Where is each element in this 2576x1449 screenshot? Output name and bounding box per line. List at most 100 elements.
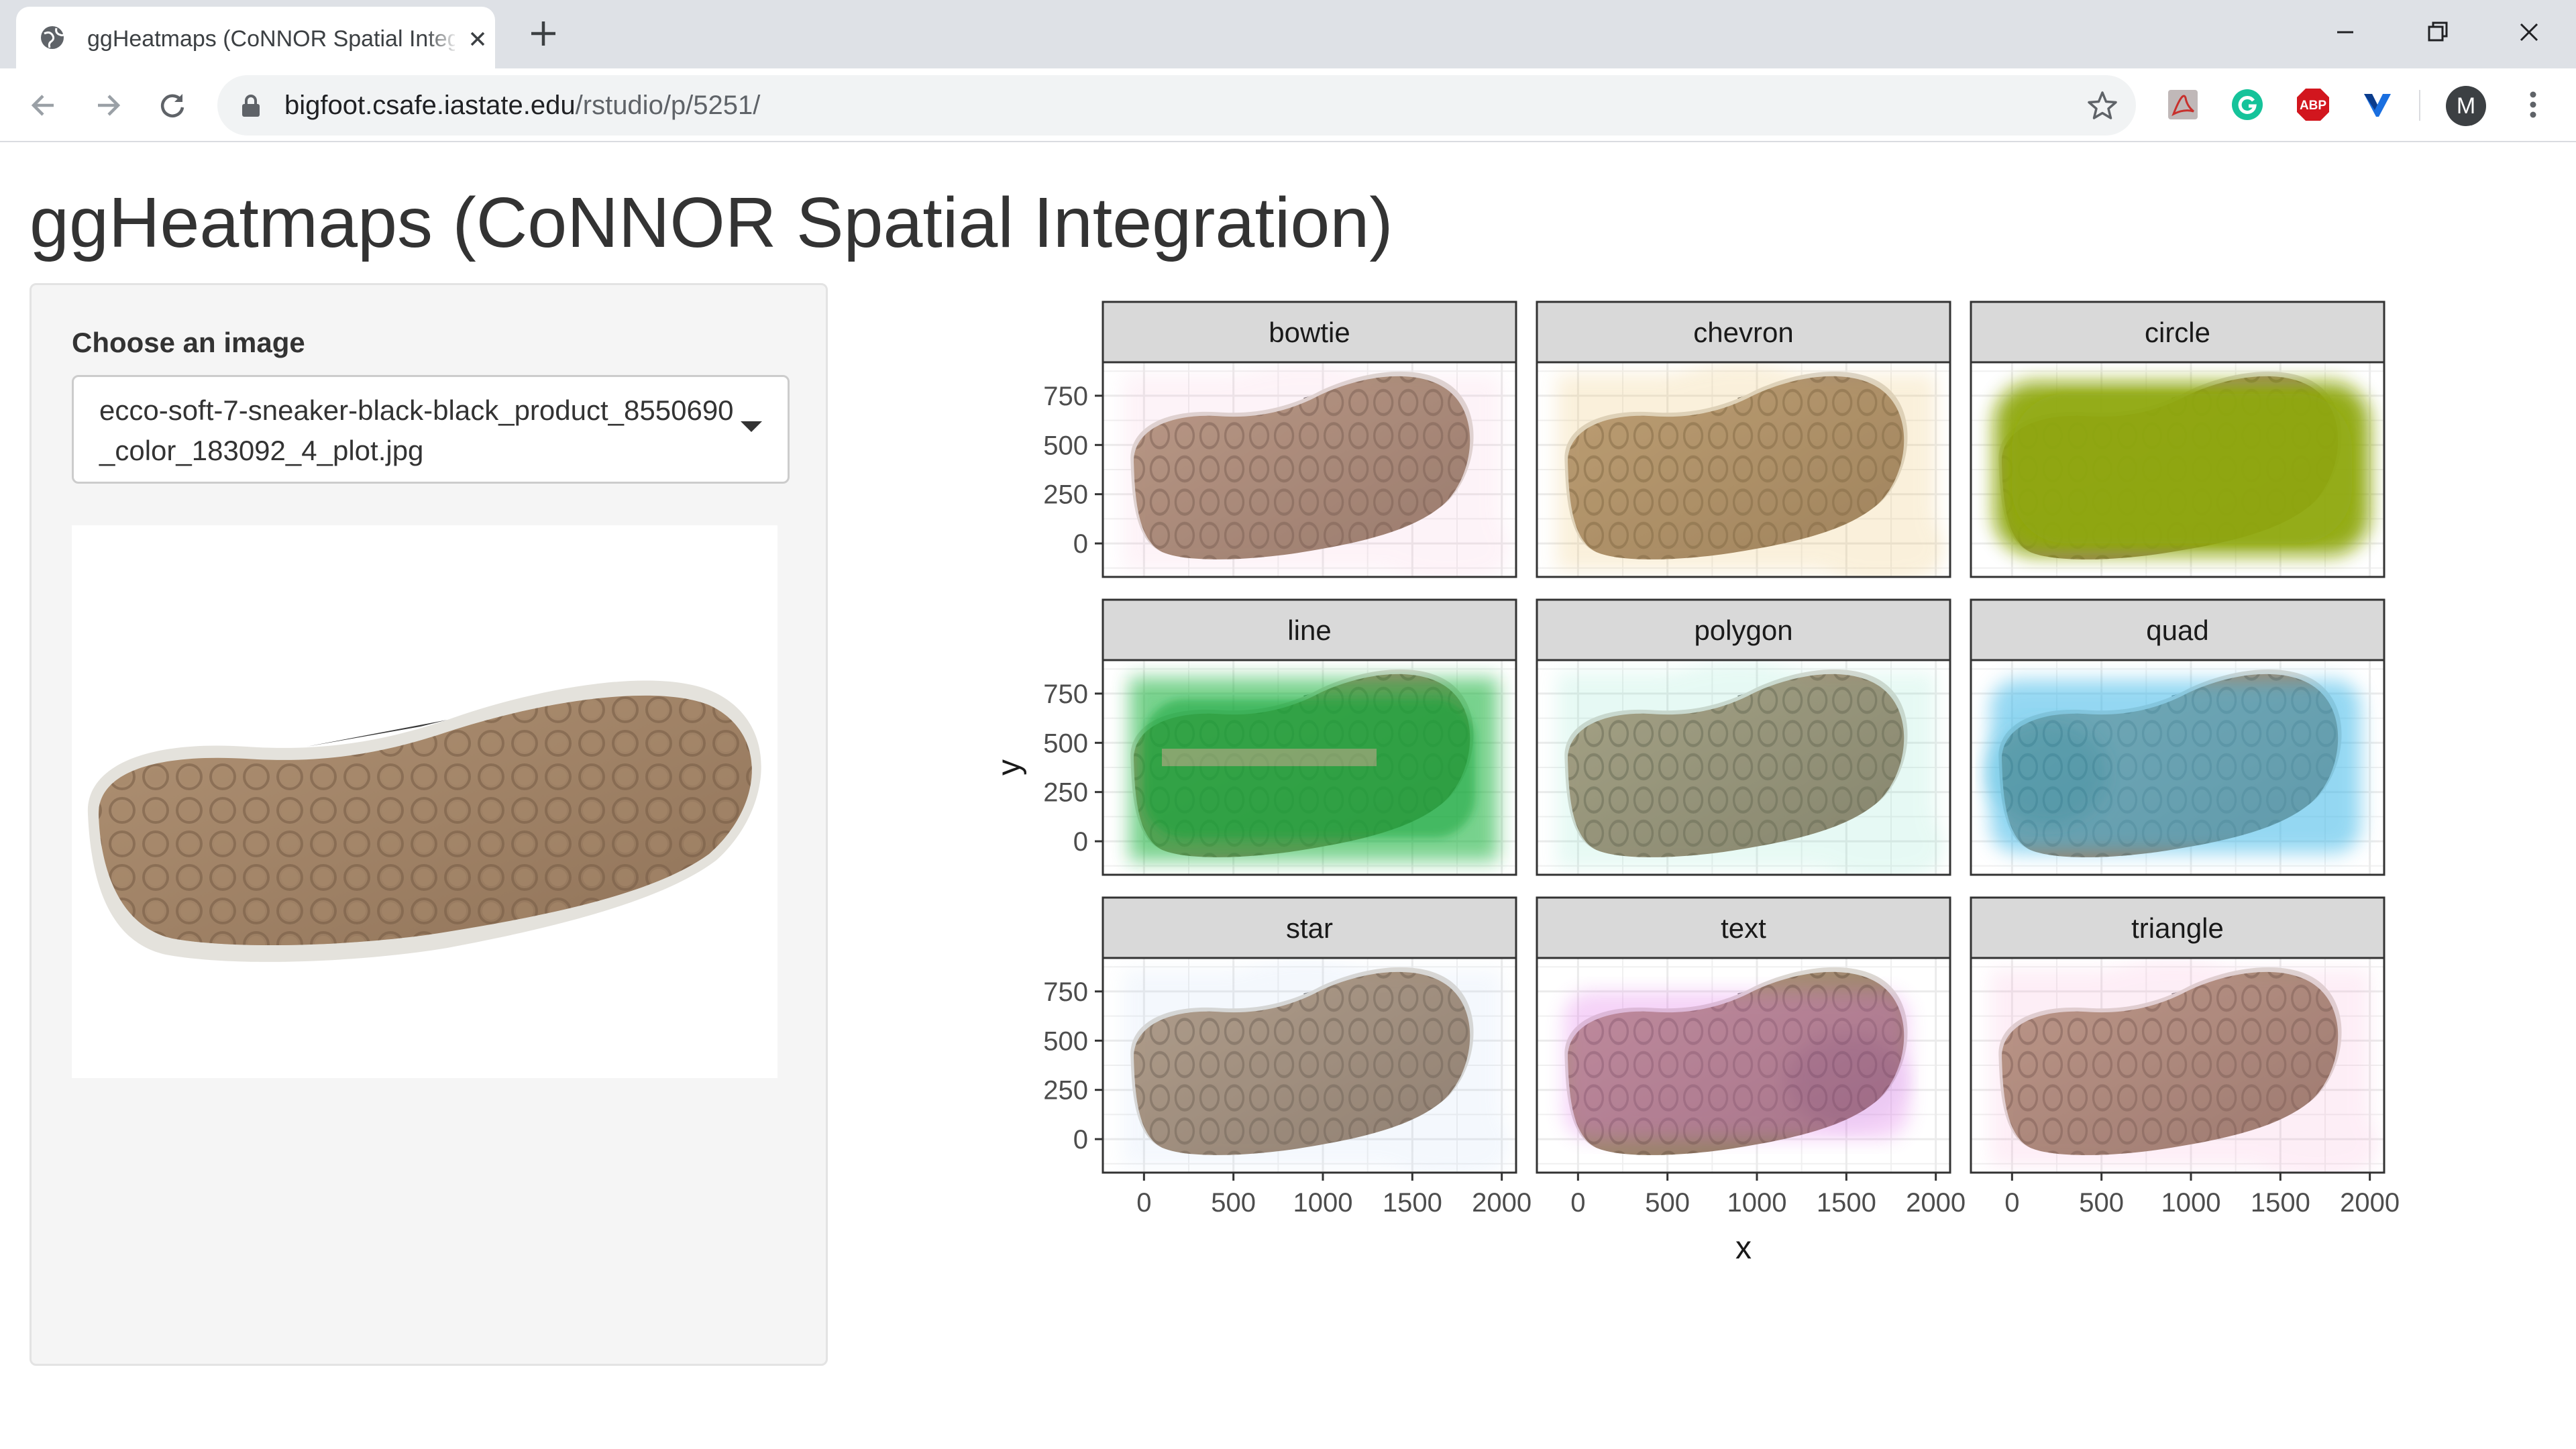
facet-panel-chevron: chevron [1536,301,1951,578]
x-axis-title: x [1735,1230,1752,1266]
heatmap-layer [1130,678,1499,861]
facet-plot-area [1970,957,2385,1174]
url-text: bigfoot.csafe.iastate.edu/rstudio/p/5251… [284,89,760,122]
shoe-sole-image [87,680,761,962]
y-tick-label: 250 [1043,1076,1088,1106]
x-tick-label: 1000 [1293,1188,1353,1218]
minimize-window-icon[interactable] [2325,12,2365,52]
heatmap-layer [1987,680,2361,853]
x-tick-label: 0 [1570,1188,1585,1218]
browser-toolbar: bigfoot.csafe.iastate.edu/rstudio/p/5251… [0,68,2576,142]
x-tick-label: 1500 [2251,1188,2310,1218]
x-tick-label: 500 [1211,1188,1256,1218]
tab-title: ggHeatmaps (CoNNOR Spatial Integration) [87,26,455,52]
facet-plot-area [1102,659,1517,876]
x-tick-label: 2000 [1906,1188,1966,1218]
y-axis-title: y [991,759,1027,775]
lock-icon[interactable] [240,94,262,118]
facet-strip-label: chevron [1693,317,1793,348]
facet-strip-label: bowtie [1269,317,1350,348]
x-tick-label: 1500 [1817,1188,1876,1218]
y-tick-label: 500 [1043,431,1088,460]
sidebar-panel: Choose an image ecco-soft-7-sneaker-blac… [30,283,828,1366]
facet-chart-svg: bowtie 0 250 500 750 chevron circle line 0 250 500… [991,301,2400,1266]
adblock-plus-extension-icon[interactable]: ABP [2294,86,2332,123]
chevron-down-icon[interactable] [741,421,762,432]
facet-panel-text: text 0 500 1000 1500 2000 [1536,896,1966,1218]
close-tab-icon[interactable] [464,25,491,52]
restore-window-icon[interactable] [2418,12,2458,52]
y-tick-label: 250 [1043,480,1088,510]
y-tick-label: 750 [1043,977,1088,1007]
forward-arrow-icon[interactable] [89,86,127,125]
y-tick-label: 0 [1073,1125,1088,1155]
x-tick-label: 0 [1136,1188,1151,1218]
facet-strip-label: quad [2146,614,2208,646]
facet-panel-quad: quad [1970,598,2385,876]
profile-avatar[interactable]: M [2446,86,2486,126]
x-tick-label: 2000 [2340,1188,2400,1218]
facet-strip-label: star [1286,912,1333,944]
facet-plot-area [1970,361,2385,578]
heatmap-layer [1122,961,1509,1173]
svg-text:ABP: ABP [2300,99,2326,113]
tab-title-fade [425,24,459,54]
image-select[interactable]: ecco-soft-7-sneaker-black-black_product_… [72,375,790,484]
more-menu-icon[interactable] [2514,86,2552,123]
heatmap-layer [1556,365,1943,577]
x-tick-label: 500 [2079,1188,2124,1218]
x-tick-label: 1000 [1727,1188,1787,1218]
x-tick-label: 500 [1645,1188,1690,1218]
heatmap-layer [1994,382,2370,555]
x-tick-label: 1500 [1383,1188,1442,1218]
browser-tab[interactable]: ggHeatmaps (CoNNOR Spatial Integration) [16,7,495,68]
url-path: /rstudio/p/5251/ [575,91,761,120]
url-host: bigfoot.csafe.iastate.edu [284,91,576,120]
y-tick-label: 750 [1043,680,1088,709]
shoe-preview-image [72,525,777,1078]
heatmap-layer [1556,663,1943,875]
grammarly-extension-icon[interactable] [2229,86,2266,123]
facet-strip-label: circle [2145,317,2210,348]
vpn-extension-icon[interactable] [2359,86,2396,123]
y-tick-label: 500 [1043,729,1088,758]
facet-strip-label: line [1287,614,1331,646]
toolbar-divider [2419,90,2420,121]
browser-tab-strip: ggHeatmaps (CoNNOR Spatial Integration) [0,0,2576,68]
facet-panel-star: star 0 250 500 750 0 500 1000 1500 2000 [1043,896,1532,1218]
facet-strip-label: polygon [1694,614,1792,646]
heatmap-layer [1564,991,1909,1140]
heatmap-layer [1990,961,2377,1173]
x-tick-label: 0 [2004,1188,2019,1218]
page-title: ggHeatmaps (CoNNOR Spatial Integration) [30,183,1393,262]
address-bar[interactable]: bigfoot.csafe.iastate.edu/rstudio/p/5251… [217,75,2136,136]
y-tick-label: 750 [1043,382,1088,411]
facet-strip-label: text [1721,912,1766,944]
x-tick-label: 2000 [1472,1188,1532,1218]
facet-panel-bowtie: bowtie 0 250 500 750 [1043,301,1517,578]
facet-panel-triangle: triangle 0 500 1000 1500 2000 [1970,896,2400,1218]
y-tick-label: 0 [1073,529,1088,559]
new-tab-icon[interactable] [526,16,561,51]
image-select-value: ecco-soft-7-sneaker-black-black_product_… [99,394,734,466]
close-window-icon[interactable] [2509,12,2549,52]
bookmark-star-icon[interactable] [2085,89,2120,123]
facet-plot-area [1536,361,1951,578]
back-arrow-icon[interactable] [24,86,63,125]
heatmap-facet-plot: bowtie 0 250 500 750 chevron circle line 0 250 500… [966,282,2415,1288]
facet-panel-polygon: polygon [1536,598,1951,876]
facet-strip-label: triangle [2131,912,2224,944]
facet-plot-area [1102,957,1517,1174]
reload-icon[interactable] [153,86,192,125]
facet-plot-area [1536,957,1951,1174]
image-select-label: Choose an image [72,327,305,358]
pdf-extension-icon[interactable] [2164,86,2202,123]
heatmap-layer [1122,365,1509,577]
facet-plot-area [1970,659,2385,876]
y-tick-label: 0 [1073,827,1088,857]
x-tick-label: 1000 [2161,1188,2221,1218]
y-tick-label: 250 [1043,778,1088,808]
facet-plot-area [1102,361,1517,578]
facet-panel-circle: circle [1970,301,2385,578]
y-tick-label: 500 [1043,1026,1088,1056]
